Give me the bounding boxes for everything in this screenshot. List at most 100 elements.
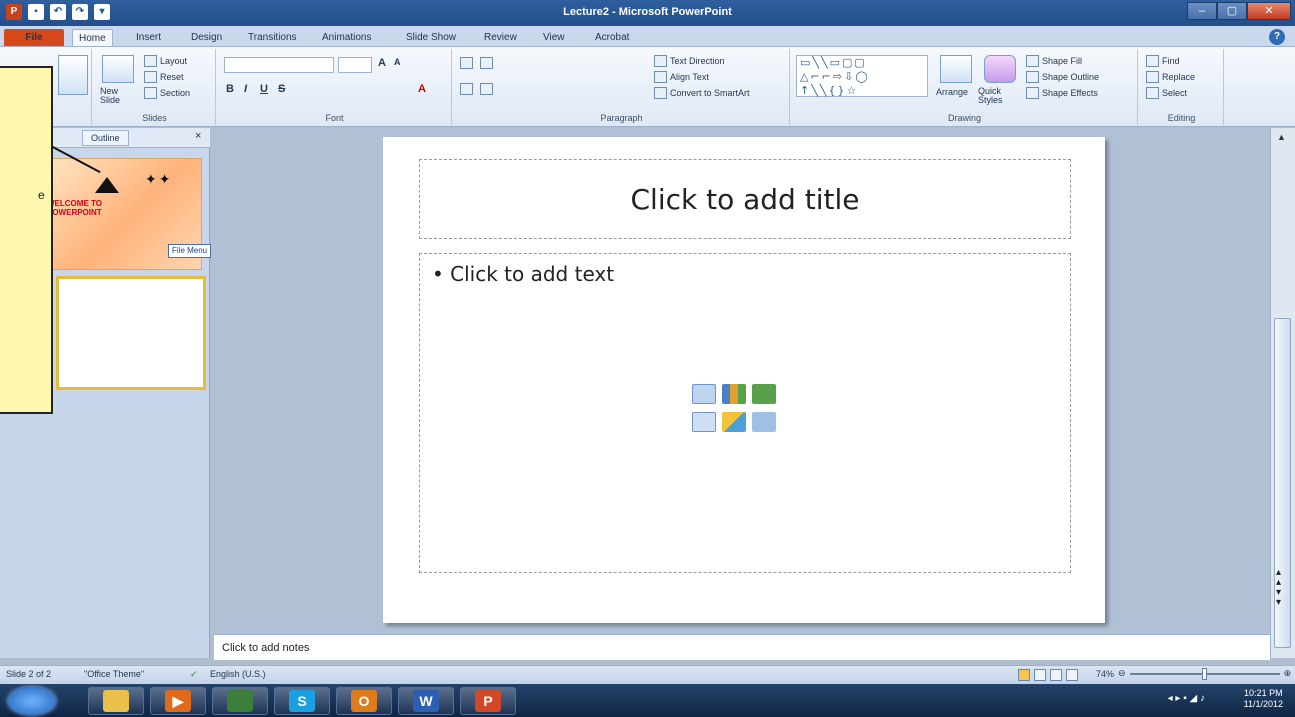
language[interactable]: English (U.S.) <box>210 669 266 679</box>
content-placeholder[interactable]: • Click to add text <box>419 253 1071 573</box>
slideshow-view-icon[interactable] <box>1066 669 1078 681</box>
layout-button[interactable]: Layout <box>144 55 187 67</box>
title-placeholder[interactable]: Click to add title <box>419 159 1071 239</box>
align-text-button[interactable]: Align Text <box>654 71 709 83</box>
bullets-icon[interactable] <box>460 57 473 69</box>
tab-home[interactable]: Home <box>72 29 113 46</box>
slide-nav-arrows-icon[interactable]: ▴ ▴ ▾ ▾ <box>1276 568 1281 608</box>
system-tray-icons[interactable]: ◂ ▸ ▪ ◢ ♪ <box>1168 693 1205 704</box>
grow-font-icon[interactable]: A <box>378 57 386 69</box>
new-slide-icon[interactable] <box>102 55 134 83</box>
font-group: A A B I U S A Font <box>218 49 452 125</box>
insert-table-icon[interactable] <box>692 384 716 404</box>
tab-view[interactable]: View <box>537 29 571 46</box>
scroll-up-icon[interactable]: ▲ <box>1277 132 1286 142</box>
tab-acrobat[interactable]: Acrobat <box>589 29 635 46</box>
zoom-slider[interactable] <box>1129 667 1280 680</box>
minimize-button[interactable]: – <box>1187 2 1217 20</box>
binoculars-icon <box>1146 55 1159 67</box>
zoom-out-icon[interactable]: ⊖ <box>1118 668 1126 679</box>
shrink-font-icon[interactable]: A <box>394 57 401 67</box>
zoom-level[interactable]: 74% <box>1096 669 1114 679</box>
normal-view-icon[interactable] <box>1018 669 1030 681</box>
spellcheck-icon[interactable]: ✓ <box>190 669 198 680</box>
drawing-group: ▭╲╲▭▢▢ △⌐⌐⇨⇩◯ ↑╲╲{}☆ Arrange Quick Style… <box>792 49 1138 125</box>
notes-pane[interactable]: Click to add notes <box>214 634 1270 660</box>
font-color-icon[interactable]: A <box>418 83 426 95</box>
vertical-scrollbar[interactable]: ▲ ▴ ▴ ▾ ▾ <box>1270 128 1295 658</box>
powerpoint-window: P ▪ ↶ ↷ ▾ Lecture2 - Microsoft PowerPoin… <box>0 0 1295 717</box>
tab-animations[interactable]: Animations <box>316 29 377 46</box>
taskbar-button[interactable]: W <box>398 687 454 715</box>
replace-button[interactable]: Replace <box>1146 71 1195 83</box>
reading-view-icon[interactable] <box>1050 669 1062 681</box>
numbering-icon[interactable] <box>480 57 493 69</box>
taskbar-button[interactable] <box>212 687 268 715</box>
taskbar-button[interactable]: S <box>274 687 330 715</box>
start-button[interactable] <box>8 687 56 715</box>
window-controls: – ▢ ✕ <box>1187 2 1291 20</box>
bold-icon[interactable]: B <box>226 83 234 95</box>
tab-slide-show[interactable]: Slide Show <box>400 29 462 46</box>
slide-sorter-icon[interactable] <box>1034 669 1046 681</box>
font-size-input[interactable] <box>338 57 372 73</box>
shapes-gallery[interactable]: ▭╲╲▭▢▢ △⌐⌐⇨⇩◯ ↑╲╲{}☆ <box>796 55 928 97</box>
taskbar-button[interactable] <box>88 687 144 715</box>
text-direction-button[interactable]: Text Direction <box>654 55 725 67</box>
taskbar-button[interactable]: O <box>336 687 392 715</box>
italic-icon[interactable]: I <box>244 83 247 95</box>
underline-icon[interactable]: U <box>260 83 268 95</box>
font-name-input[interactable] <box>224 57 334 73</box>
insert-clip-art-icon[interactable] <box>722 412 746 432</box>
powerpoint-app-icon: P <box>475 690 501 712</box>
align-left-icon[interactable] <box>460 83 473 95</box>
reset-button[interactable]: Reset <box>144 71 184 83</box>
quick-styles-icon[interactable] <box>984 55 1016 83</box>
insert-smartart-icon[interactable] <box>752 384 776 404</box>
shape-effects-button[interactable]: Shape Effects <box>1026 87 1098 99</box>
tab-insert[interactable]: Insert <box>130 29 167 46</box>
arrange-icon[interactable] <box>940 55 972 83</box>
find-button[interactable]: Find <box>1146 55 1180 67</box>
content-placeholder-text: • Click to add text <box>432 262 614 286</box>
system-clock[interactable]: 10:21 PM 11/1/2012 <box>1244 688 1283 710</box>
tab-review[interactable]: Review <box>478 29 523 46</box>
text-direction-icon <box>654 55 667 67</box>
close-button[interactable]: ✕ <box>1247 2 1291 20</box>
pane-close-icon[interactable]: × <box>195 130 201 142</box>
shape-outline-button[interactable]: Shape Outline <box>1026 71 1099 83</box>
tab-transitions[interactable]: Transitions <box>242 29 303 46</box>
slide-canvas[interactable]: Click to add title • Click to add text <box>383 137 1105 623</box>
insert-chart-icon[interactable] <box>722 384 746 404</box>
zoom-slider-knob[interactable] <box>1201 667 1207 680</box>
quick-styles-button[interactable]: Quick Styles <box>978 87 1018 105</box>
taskbar-button[interactable]: ▶ <box>150 687 206 715</box>
slide-thumbnail-2[interactable] <box>56 276 206 390</box>
align-text-label: Align Text <box>670 72 709 82</box>
tab-file[interactable]: File <box>4 29 64 46</box>
shape-fill-button[interactable]: Shape Fill <box>1026 55 1082 67</box>
insert-picture-icon[interactable] <box>692 412 716 432</box>
reset-label: Reset <box>160 72 184 82</box>
shape-fill-icon <box>1026 55 1039 67</box>
insert-media-icon[interactable] <box>752 412 776 432</box>
tab-design[interactable]: Design <box>185 29 228 46</box>
strikethrough-icon[interactable]: S <box>278 83 285 95</box>
new-slide-button[interactable]: New Slide <box>100 87 140 105</box>
ribbon: New Slide Layout Reset Section Slides A … <box>0 47 1295 127</box>
arrange-button[interactable]: Arrange <box>936 87 968 97</box>
help-icon[interactable]: ? <box>1269 29 1285 45</box>
clock-time: 10:21 PM <box>1244 688 1283 698</box>
align-text-icon <box>654 71 667 83</box>
section-button[interactable]: Section <box>144 87 190 99</box>
taskbar-button[interactable]: P <box>460 687 516 715</box>
windows-taskbar: ▶ S O W P ◂ ▸ ▪ ◢ ♪ 10:21 PM 11/1/2012 <box>0 684 1295 717</box>
tab-outline[interactable]: Outline <box>82 130 129 146</box>
align-center-icon[interactable] <box>480 83 493 95</box>
zoom-in-icon[interactable]: ⊕ <box>1284 668 1292 679</box>
replace-label: Replace <box>1162 72 1196 82</box>
convert-smartart-button[interactable]: Convert to SmartArt <box>654 87 750 99</box>
select-button[interactable]: Select <box>1146 87 1187 99</box>
maximize-button[interactable]: ▢ <box>1217 2 1247 20</box>
paste-icon[interactable] <box>58 55 88 95</box>
